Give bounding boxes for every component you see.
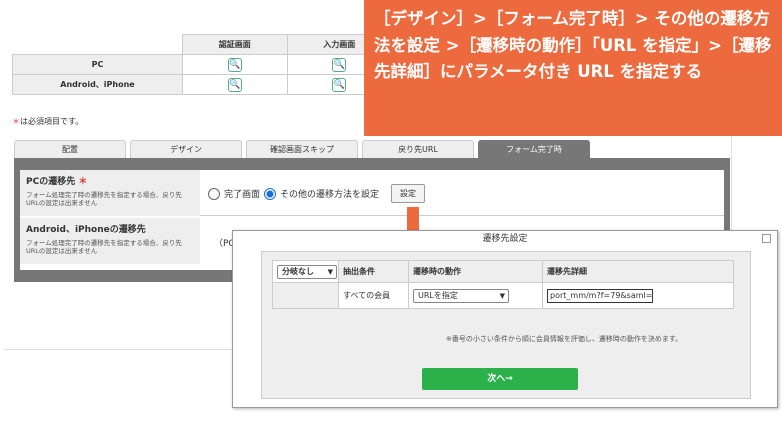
tab-bar: 配置 デザイン 確認画面スキップ 戻り先URL フォーム完了時	[14, 140, 590, 158]
mobile-row-header: Android、iPhoneの遷移先 フォーム処理完了時の遷移先を指定する場合、…	[20, 218, 200, 264]
modal-title: 遷移先設定	[482, 234, 528, 244]
empty-cell	[272, 282, 339, 309]
tab-return-url[interactable]: 戻り先URL	[362, 140, 474, 158]
close-icon[interactable]	[762, 234, 771, 243]
page: 認証画面 入力画面 PC 🔍 🔍 Android、iPhone 🔍 🔍 ＊は必須…	[0, 0, 782, 426]
set-button[interactable]: 設定	[391, 184, 426, 203]
row-label: Android、iPhone	[12, 74, 183, 95]
tab-design[interactable]: デザイン	[130, 140, 242, 158]
col-header: 抽出条件	[338, 260, 409, 283]
corner-cell	[12, 34, 183, 55]
pc-controls: 完了画面 その他の遷移方法を設定 設定	[208, 184, 426, 203]
radio-complete-label: 完了画面	[224, 190, 261, 200]
required-note-text: は必須項目です。	[20, 117, 84, 126]
chevron-down-icon: ▼	[499, 291, 505, 300]
tab-confirm-skip[interactable]: 確認画面スキップ	[246, 140, 358, 158]
pc-desc: フォーム処理完了時の遷移先を指定する場合、戻り先URLの設定は出来ません	[26, 191, 182, 208]
tab-layout[interactable]: 配置	[14, 140, 126, 158]
branch-select[interactable]: 分岐なし ▼	[277, 264, 337, 279]
col-header: 遷移先詳細	[542, 260, 734, 283]
url-input[interactable]: port_mm/m?f=79&saml=auto	[547, 288, 653, 303]
col-header: 認証画面	[182, 34, 288, 55]
callout-box: ［デザイン］>［フォーム完了時］> その他の遷移方法を設定 >［遷移時の動作］「…	[364, 0, 782, 136]
required-note: ＊は必須項目です。	[12, 116, 83, 127]
mobile-title: Android、iPhoneの遷移先	[26, 225, 146, 235]
radio-complete-screen[interactable]	[208, 187, 220, 200]
tab-form-complete[interactable]: フォーム完了時	[478, 140, 590, 158]
modal-body: 分岐なし ▼ 抽出条件 遷移時の動作 遷移先詳細 すべての会員 URLを指定 ▼ p…	[261, 251, 751, 399]
preview-table: 認証画面 入力画面 PC 🔍 🔍 Android、iPhone 🔍 🔍	[12, 34, 392, 95]
branch-select-value: 分岐なし	[282, 266, 314, 276]
row-label: PC	[12, 54, 183, 75]
preview-icon[interactable]: 🔍	[332, 77, 347, 92]
action-select[interactable]: URLを指定 ▼	[413, 288, 509, 303]
preview-icon[interactable]: 🔍	[227, 77, 242, 92]
pc-row: PCの遷移先 ＊ フォーム処理完了時の遷移先を指定する場合、戻り先URLの設定は…	[20, 170, 724, 216]
required-star: ＊	[12, 117, 20, 126]
transition-modal: 遷移先設定 分岐なし ▼ 抽出条件 遷移時の動作 遷移先詳細 すべての会員 URL…	[232, 230, 778, 408]
radio-other-method[interactable]	[264, 187, 277, 200]
mobile-desc: フォーム処理完了時の遷移先を指定する場合、戻り先URLの設定は出来ません	[26, 239, 182, 256]
condition-table: 分岐なし ▼ 抽出条件 遷移時の動作 遷移先詳細 すべての会員 URLを指定 ▼ p…	[272, 260, 734, 309]
pc-title: PCの遷移先	[26, 177, 76, 187]
radio-other-label: その他の遷移方法を設定	[280, 190, 380, 200]
col-header: 遷移時の動作	[408, 260, 543, 283]
preview-icon[interactable]: 🔍	[227, 57, 242, 72]
chevron-down-icon: ▼	[327, 267, 333, 276]
action-select-value: URLを指定	[418, 290, 458, 300]
required-star: ＊	[78, 177, 88, 187]
condition-cell: すべての会員	[338, 282, 409, 309]
order-note: ※番号の小さい条件から順に会員情報を評価し、遷移時の動作を決めます。	[446, 335, 683, 343]
next-button[interactable]: 次へ→	[422, 368, 578, 390]
pc-row-header: PCの遷移先 ＊ フォーム処理完了時の遷移先を指定する場合、戻り先URLの設定は…	[20, 170, 200, 216]
preview-icon[interactable]: 🔍	[332, 57, 347, 72]
